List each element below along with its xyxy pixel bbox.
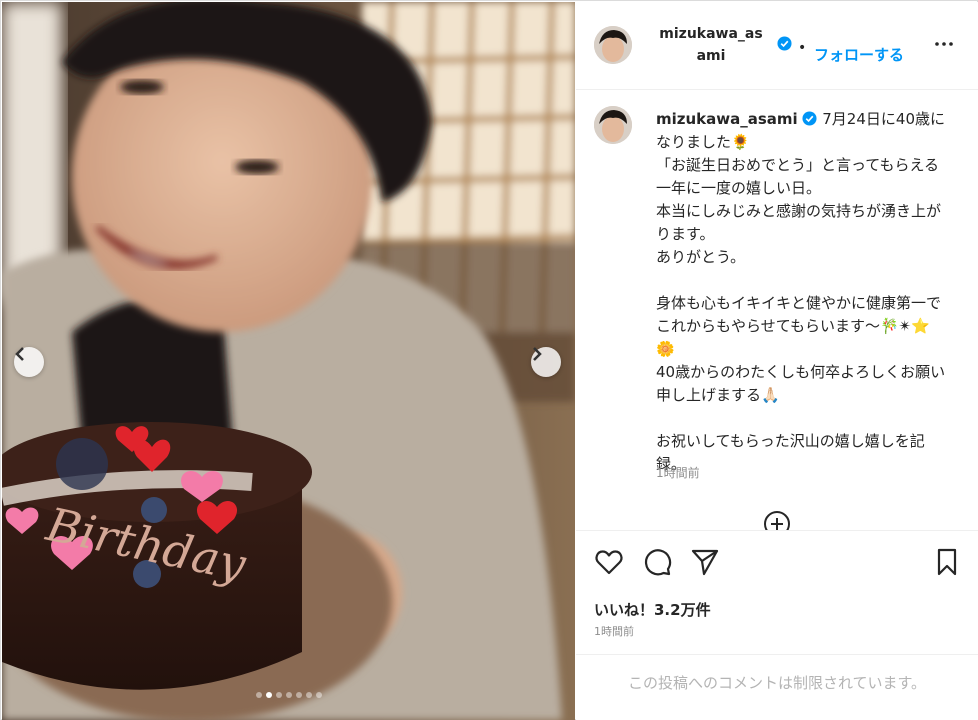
carousel-dot xyxy=(305,692,312,698)
carousel-dot xyxy=(315,692,322,698)
chevron-left-icon xyxy=(15,347,24,361)
carousel-next-button[interactable] xyxy=(531,347,561,377)
comment-icon[interactable] xyxy=(642,547,672,577)
likes-count[interactable]: いいね！3.2万件 xyxy=(594,599,711,620)
caption-text: mizukawa_asami 7月24日に40歳になりました🌻 「お誕生日おめで… xyxy=(656,108,948,476)
avatar[interactable] xyxy=(594,26,632,64)
avatar-image xyxy=(594,106,632,144)
photo-illustration: Birthday xyxy=(2,2,575,720)
caption-line: 本当にしみじみと感謝の気持ちが湧き上がります。 xyxy=(656,202,942,243)
load-more-comments-icon[interactable] xyxy=(763,510,791,530)
caption-line: 40歳からのわたくしも何卒よろしくお願い申し上げまする🙏🏻 xyxy=(656,363,946,404)
send-icon[interactable] xyxy=(690,547,720,577)
post-modal: Birthday mizukawa_asami • フォローする mizukaw… xyxy=(0,0,978,720)
caption-line xyxy=(656,269,948,292)
post-author-username[interactable]: mizukawa_asami xyxy=(656,23,766,67)
carousel-dot xyxy=(275,692,282,698)
header-separator: • xyxy=(798,40,807,56)
caption-timestamp[interactable]: 1時間前 xyxy=(656,464,700,481)
carousel-dot xyxy=(285,692,292,698)
heart-icon[interactable] xyxy=(594,547,624,577)
avatar-image xyxy=(594,26,632,64)
post-actions: いいね！3.2万件 1時間前 xyxy=(576,530,978,655)
verified-badge-icon xyxy=(777,36,792,51)
avatar[interactable] xyxy=(594,106,632,144)
carousel-indicator xyxy=(2,692,575,698)
verified-badge-icon xyxy=(802,111,818,126)
comments-disabled-notice: この投稿へのコメントは制限されています。 xyxy=(627,674,927,692)
bookmark-icon[interactable] xyxy=(932,547,962,577)
post-side-panel: mizukawa_asami • フォローする mizukawa_asami 7… xyxy=(576,2,978,720)
carousel-prev-button[interactable] xyxy=(14,347,44,377)
more-horizontal-icon[interactable] xyxy=(932,32,956,56)
caption-line: 「お誕生日おめでとう」と言ってもらえる一年に一度の嬉しい日。 xyxy=(656,156,940,197)
caption-username[interactable]: mizukawa_asami xyxy=(656,110,798,128)
follow-button[interactable]: フォローする xyxy=(814,44,904,65)
chevron-right-icon xyxy=(533,347,542,361)
caption-line: 身体も心もイキイキと健やかに健康第一でこれからもやらせてもらいます〜🎋✴⭐🌼 xyxy=(656,294,942,358)
carousel-dot xyxy=(295,692,302,698)
post-photo[interactable]: Birthday xyxy=(2,2,575,720)
caption-line: ありがとう。 xyxy=(656,248,746,266)
carousel-dot xyxy=(255,692,262,698)
post-header: mizukawa_asami • フォローする xyxy=(576,2,978,90)
carousel-dot xyxy=(265,692,272,698)
post-timestamp[interactable]: 1時間前 xyxy=(594,623,634,639)
caption-line xyxy=(656,407,948,430)
caption-section: mizukawa_asami 7月24日に40歳になりました🌻 「お誕生日おめで… xyxy=(576,90,978,530)
